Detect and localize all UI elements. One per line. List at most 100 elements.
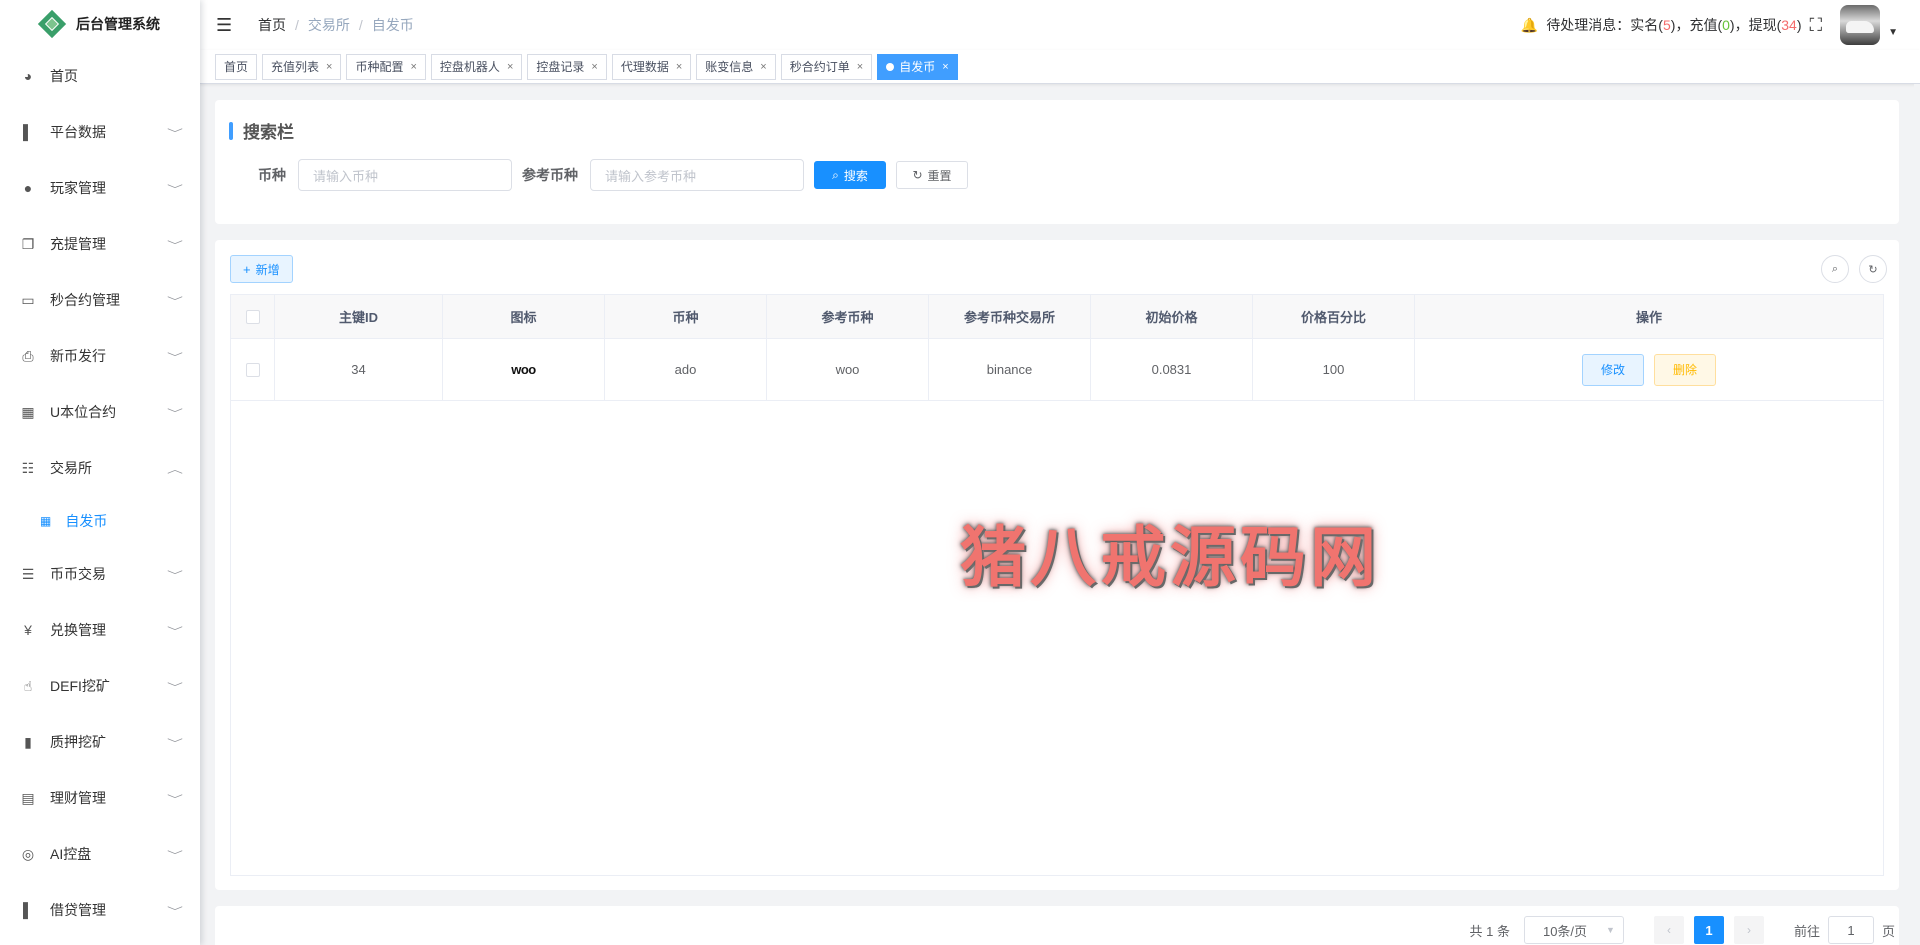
close-icon[interactable]: × <box>507 61 513 73</box>
avatar[interactable] <box>1840 5 1881 45</box>
reset-button[interactable]: ↻ 重置 <box>896 161 968 189</box>
table-row: 34 woo ado woo binance 0.0831 100 修改 删除 <box>231 339 1883 401</box>
chevron-down-icon: ﹀ <box>167 626 183 638</box>
sidebar-item-label: U本位合约 <box>50 404 117 420</box>
sidebar-item-3[interactable]: ❐ 充提管理 ﹀ <box>0 216 200 272</box>
add-button[interactable]: + 新增 <box>230 255 293 283</box>
ref-coin-input[interactable]: 请输入参考币种 <box>590 159 804 191</box>
chevron-down-icon: ﹀ <box>167 682 183 694</box>
tag-0[interactable]: 首页 <box>215 53 258 80</box>
goto-input[interactable]: 1 <box>1827 916 1874 944</box>
tag-4[interactable]: 控盘记录 × <box>527 53 607 80</box>
tag-1[interactable]: 充值列表 × <box>262 53 342 80</box>
sidebar-item-label: 新币发行 <box>50 348 106 364</box>
sidebar-item-12[interactable]: ▤ 理财管理 ﹀ <box>0 770 200 826</box>
page-size-select[interactable]: 10条/页 ▼ <box>1523 916 1624 944</box>
sidebar-item-label: 充提管理 <box>50 236 106 252</box>
tag-2[interactable]: 币种配置 × <box>346 53 426 80</box>
sidebar-item-10[interactable]: ☝ DEFI挖矿 ﹀ <box>0 658 200 714</box>
tag-6[interactable]: 账变信息 × <box>696 53 776 80</box>
edit-button[interactable]: 修改 <box>1581 353 1644 386</box>
fullscreen-icon[interactable]: ⛶ <box>1809 15 1822 36</box>
tag-3[interactable]: 控盘机器人 × <box>430 53 523 80</box>
tag-7[interactable]: 秒合约订单 × <box>780 53 873 80</box>
close-icon[interactable]: × <box>410 61 416 73</box>
sidebar-subitem-self-issued[interactable]: ▦ 自发币 <box>0 496 200 546</box>
breadcrumb-home[interactable]: 首页 <box>258 15 286 35</box>
page-size-value: 10条/页 <box>1542 923 1588 939</box>
notice-recharge-prefix: )，充值( <box>1670 17 1723 33</box>
cell-actions: 修改 删除 <box>1415 339 1883 400</box>
table-header: 主键ID 图标 币种 参考币种 参考币种交易所 初始价格 价格百分比 操作 <box>231 295 1883 339</box>
dashboard-icon: ◕ <box>23 68 33 84</box>
close-icon[interactable]: × <box>676 61 682 73</box>
close-icon[interactable]: × <box>942 61 948 73</box>
chevron-down-icon: ﹀ <box>167 850 183 862</box>
search-button-label: 搜索 <box>843 168 868 183</box>
sidebar-item-label: 首页 <box>50 68 78 84</box>
sidebar-item-1[interactable]: ▌ 平台数据 ﹀ <box>0 104 200 160</box>
notice-withdraw-prefix: )，提现( <box>1729 17 1782 33</box>
pagination-total: 共 1 条 <box>1469 923 1510 939</box>
plus-icon: + <box>243 261 251 277</box>
recharge-count: 0 <box>1722 17 1730 33</box>
sidebar-item-13[interactable]: ◎ AI控盘 ﹀ <box>0 826 200 882</box>
add-button-label: 新增 <box>255 262 280 277</box>
chevron-down-icon: ﹀ <box>167 296 183 308</box>
hamburger-icon[interactable]: ☰ <box>216 15 240 36</box>
app-logo[interactable]: 后台管理系统 <box>0 0 200 48</box>
sidebar-item-7[interactable]: ☷ 交易所 ︿ <box>0 440 200 496</box>
printer-icon: ⎙ <box>22 347 34 364</box>
sidebar-item-11[interactable]: ▮ 质押挖矿 ﹀ <box>0 714 200 770</box>
caret-down-icon[interactable]: ▼ <box>1888 27 1898 38</box>
sidebar-item-6[interactable]: ▦ U本位合约 ﹀ <box>0 384 200 440</box>
column-header: 初始价格 <box>1091 295 1253 338</box>
notice-text[interactable]: 待处理消息：实名(5)，充值(0)，提现(34) <box>1546 15 1801 35</box>
chevron-down-icon: ﹀ <box>167 570 183 582</box>
search-button[interactable]: ⌕ 搜索 <box>814 161 886 189</box>
table-body: 34 woo ado woo binance 0.0831 100 修改 删除 <box>231 339 1883 401</box>
sidebar-item-4[interactable]: ▭ 秒合约管理 ﹀ <box>0 272 200 328</box>
refresh-button[interactable]: ↻ <box>1859 255 1887 283</box>
sidebar-item-5[interactable]: ⎙ 新币发行 ﹀ <box>0 328 200 384</box>
tag-label: 自发币 <box>899 60 936 74</box>
pagination-card: 共 1 条 10条/页 ▼ ‹ 1 › 前往 1 页 <box>215 906 1899 945</box>
toggle-search-button[interactable]: ⌕ <box>1821 255 1849 283</box>
coin-input[interactable]: 请输入币种 <box>298 159 512 191</box>
chevron-down-icon: ﹀ <box>167 240 183 252</box>
bell-icon[interactable]: 🔔 <box>1521 17 1538 34</box>
close-icon[interactable]: × <box>326 61 332 73</box>
prev-page-button[interactable]: ‹ <box>1653 916 1684 944</box>
next-page-button[interactable]: › <box>1733 916 1764 944</box>
coin-label: 币种 <box>258 167 286 183</box>
chevron-down-icon: ▼ <box>1606 925 1615 935</box>
close-icon[interactable]: × <box>760 61 766 73</box>
chevron-down-icon: ﹀ <box>167 738 183 750</box>
tag-5[interactable]: 代理数据 × <box>611 53 692 80</box>
tag-8[interactable]: 自发币 × <box>877 53 958 80</box>
list-icon: ☰ <box>21 565 35 582</box>
row-select-cell <box>231 339 275 400</box>
row-checkbox[interactable] <box>245 362 260 377</box>
page-number[interactable]: 1 <box>1693 916 1724 944</box>
main-content: 搜索栏 币种 请输入币种 参考币种 请输入参考币种 ⌕ 搜索 ↻ 重置 + 新增 ⌕ … <box>200 84 1920 945</box>
sidebar-item-9[interactable]: ¥ 兑换管理 ﹀ <box>0 602 200 658</box>
scrollbar[interactable] <box>1914 84 1920 945</box>
sidebar-item-0[interactable]: ◕ 首页 <box>0 48 200 104</box>
book-icon: ▌ <box>23 124 33 140</box>
sidebar-item-8[interactable]: ☰ 币币交易 ﹀ <box>0 546 200 602</box>
yen-icon: ¥ <box>24 622 32 638</box>
chevron-left-icon: ‹ <box>1666 923 1671 937</box>
sidebar-item-label: 借贷管理 <box>50 902 106 918</box>
delete-button[interactable]: 删除 <box>1654 353 1717 386</box>
tag-label: 币种配置 <box>355 60 404 74</box>
sidebar-item-14[interactable]: ▌ 借贷管理 ﹀ <box>0 882 200 938</box>
bar-chart-icon: ▮ <box>24 733 32 750</box>
close-icon[interactable]: × <box>591 61 597 73</box>
active-dot-icon <box>886 62 895 71</box>
search-card: 搜索栏 币种 请输入币种 参考币种 请输入参考币种 ⌕ 搜索 ↻ 重置 <box>215 100 1899 224</box>
sidebar-item-label: 理财管理 <box>50 790 106 806</box>
sidebar-item-2[interactable]: ● 玩家管理 ﹀ <box>0 160 200 216</box>
close-icon[interactable]: × <box>857 61 863 73</box>
select-all-checkbox[interactable] <box>245 309 260 324</box>
